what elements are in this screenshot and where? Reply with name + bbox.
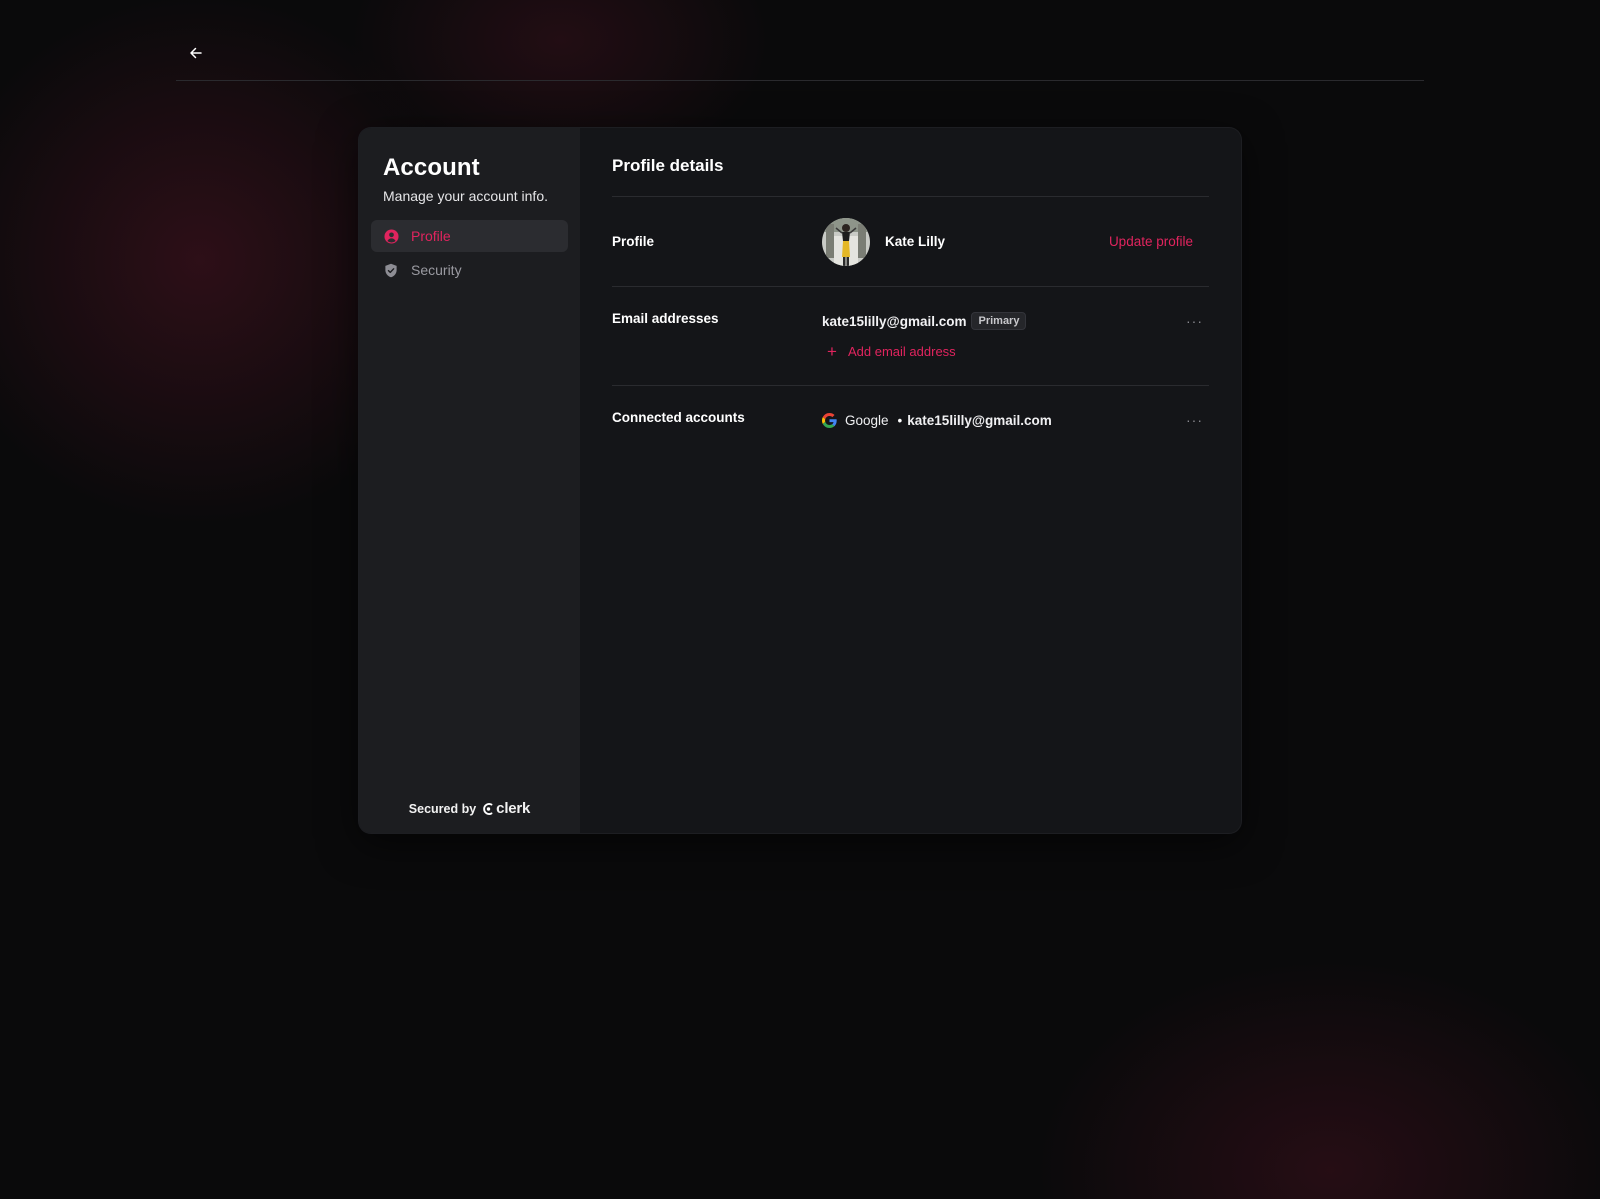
profile-content: Kate Lilly Update profile: [822, 217, 1209, 266]
sidebar-item-security[interactable]: Security: [371, 254, 568, 286]
arrow-left-icon: [190, 47, 202, 59]
account-subtitle: Manage your account info.: [383, 188, 548, 204]
add-email-button[interactable]: + Add email address: [822, 343, 1209, 360]
connected-email: kate15lilly@gmail.com: [907, 412, 1052, 428]
profile-details-panel: Profile details Profile Kate Lilly Updat…: [580, 128, 1241, 833]
profile-row: Profile Kate Lilly Update profile: [612, 197, 1209, 287]
google-icon: [822, 412, 837, 428]
account-title: Account: [383, 154, 480, 181]
back-button[interactable]: [185, 42, 207, 64]
sidebar-item-profile[interactable]: Profile: [371, 220, 568, 252]
user-name: Kate Lilly: [885, 234, 946, 249]
secured-by-text: Secured by: [408, 801, 477, 816]
top-bar: [176, 28, 1424, 81]
email-more-button[interactable]: ···: [1186, 313, 1203, 329]
email-addresses-content: kate15lilly@gmail.com Primary ··· + Add …: [822, 311, 1209, 385]
account-card: Account Manage your account info. Profil…: [359, 128, 1241, 833]
sidebar-item-label: Security: [411, 262, 462, 278]
user-circle-icon: [383, 228, 399, 244]
secured-by-footer: Secured by clerk: [359, 800, 580, 817]
email-item: kate15lilly@gmail.com Primary ···: [822, 311, 1209, 331]
clerk-logo-icon: [483, 802, 493, 815]
update-profile-button[interactable]: Update profile: [1109, 234, 1193, 249]
primary-badge: Primary: [971, 312, 1027, 330]
separator-dot: •: [897, 412, 903, 428]
shield-check-icon: [383, 262, 399, 278]
avatar: [822, 217, 870, 266]
email-addresses-label: Email addresses: [612, 311, 719, 326]
sidebar-item-label: Profile: [411, 228, 451, 244]
connected-accounts-row: Connected accounts Google • kate15lilly@…: [612, 386, 1209, 456]
clerk-logo[interactable]: clerk: [482, 800, 530, 817]
clerk-brand-text: clerk: [496, 800, 531, 817]
connected-more-button[interactable]: ···: [1186, 412, 1203, 428]
email-address: kate15lilly@gmail.com: [822, 313, 967, 329]
plus-icon: +: [827, 342, 837, 361]
sidebar: Account Manage your account info. Profil…: [359, 128, 580, 833]
email-addresses-row: Email addresses kate15lilly@gmail.com Pr…: [612, 287, 1209, 386]
sidebar-nav: Profile Security: [371, 220, 568, 286]
connected-accounts-content: Google • kate15lilly@gmail.com ···: [822, 410, 1209, 456]
profile-label: Profile: [612, 234, 655, 249]
provider-name: Google: [845, 412, 889, 428]
connected-account-item: Google • kate15lilly@gmail.com ···: [822, 410, 1209, 430]
add-email-label: Add email address: [848, 344, 956, 359]
connected-accounts-label: Connected accounts: [612, 410, 745, 425]
page-title: Profile details: [612, 156, 1209, 197]
